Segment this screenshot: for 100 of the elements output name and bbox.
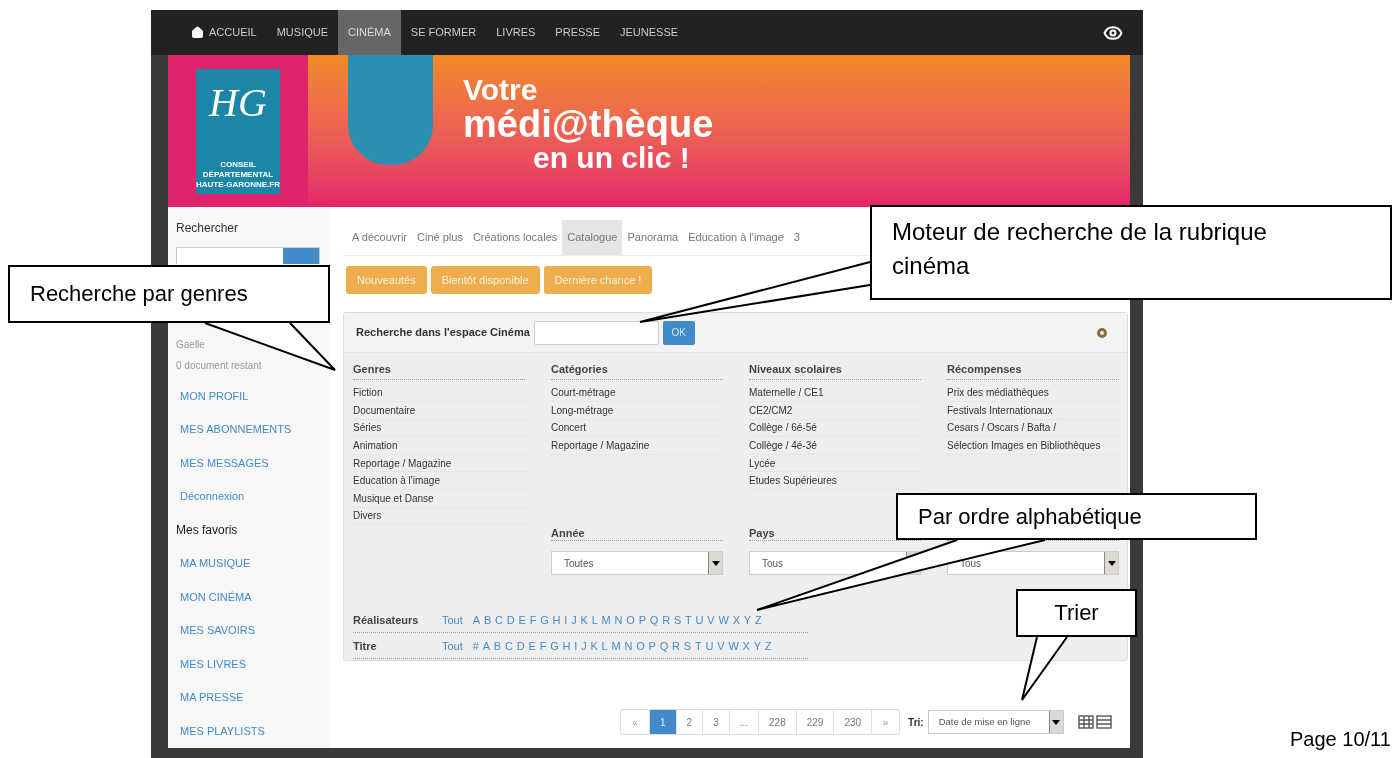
category-link[interactable]: CE2/CM2 xyxy=(749,402,921,420)
letter-link[interactable]: Q xyxy=(649,611,659,628)
category-link[interactable]: Concert xyxy=(551,419,723,438)
tab[interactable]: Catalogue xyxy=(562,220,623,255)
letter-link[interactable]: N xyxy=(624,637,633,654)
letter-link[interactable]: B xyxy=(493,637,502,654)
letter-link[interactable]: B xyxy=(483,611,492,628)
letter-link[interactable]: C xyxy=(495,611,504,628)
nav-link[interactable]: ACCUEIL xyxy=(181,10,267,55)
category-link[interactable]: Reportage / Magazine xyxy=(353,454,525,473)
letter-link[interactable]: R xyxy=(672,637,681,654)
letter-link[interactable]: G xyxy=(540,611,549,628)
tab[interactable]: Education à l'image xyxy=(683,220,789,255)
category-link[interactable]: Court-métrage xyxy=(551,384,723,403)
letter-link[interactable]: M xyxy=(601,611,611,628)
nav-link[interactable]: LIVRES xyxy=(486,10,546,55)
category-link[interactable]: Documentaire xyxy=(353,402,525,420)
letter-link[interactable]: W xyxy=(718,611,729,628)
letter-link[interactable]: M xyxy=(611,637,621,654)
category-link[interactable]: Prix des médiathèques xyxy=(947,384,1119,403)
letter-link[interactable]: U xyxy=(705,637,714,654)
sidebar-link[interactable]: MA MUSIQUE xyxy=(176,546,330,580)
tab[interactable]: Panorama xyxy=(622,220,684,255)
nav-link[interactable]: MUSIQUE xyxy=(266,10,339,55)
sidebar-link[interactable]: MES MESSAGES xyxy=(176,446,330,480)
letter-link[interactable]: H xyxy=(552,611,561,628)
letter-link[interactable]: Z xyxy=(764,637,772,654)
letter-link[interactable]: D xyxy=(516,637,525,654)
letter-link[interactable]: S xyxy=(683,637,692,654)
category-link[interactable]: Lycée xyxy=(749,454,921,473)
sidebar-search-field[interactable] xyxy=(176,247,320,264)
all-link[interactable]: Tout xyxy=(442,611,463,628)
letter-link[interactable]: I xyxy=(564,611,568,628)
letter-link[interactable]: Y xyxy=(753,637,762,654)
letter-link[interactable]: V xyxy=(717,637,725,654)
nav-link[interactable]: SE FORMER xyxy=(400,10,487,55)
category-link[interactable]: Collège / 4é-3é xyxy=(749,437,921,455)
letter-link[interactable]: G xyxy=(550,637,559,654)
letter-link[interactable]: V xyxy=(707,611,715,628)
sidebar-link[interactable]: Déconnexion xyxy=(176,479,330,513)
category-link[interactable]: Reportage / Magazine xyxy=(551,437,723,455)
letter-link[interactable]: P xyxy=(638,611,646,628)
pagination-ellipsis[interactable]: ... xyxy=(728,710,759,734)
filter-button[interactable]: Dernière chance ! xyxy=(543,266,653,294)
all-link[interactable]: Tout xyxy=(442,637,463,654)
category-link[interactable]: Cesars / Oscars / Bafta / xyxy=(947,419,1119,438)
tab[interactable]: Créations locales xyxy=(467,220,563,255)
letter-link[interactable]: F xyxy=(539,637,547,654)
category-link[interactable]: Festivals Internationaux xyxy=(947,402,1119,420)
sidebar-link[interactable]: MES LIVRES xyxy=(176,647,330,681)
ok-button[interactable]: OK xyxy=(662,320,695,345)
letter-link[interactable]: P xyxy=(648,637,656,654)
letter-link[interactable]: L xyxy=(601,637,608,654)
letter-link[interactable]: A xyxy=(472,611,481,628)
sort-dropdown[interactable]: Date de mise en ligne xyxy=(927,710,1064,734)
sidebar-link[interactable]: MON CINÉMA xyxy=(176,580,330,614)
category-link[interactable]: Maternelle / CE1 xyxy=(749,384,921,403)
letter-link[interactable]: J xyxy=(581,637,587,654)
category-link[interactable]: Animation xyxy=(353,437,525,455)
pagination-page[interactable]: 230 xyxy=(833,710,872,734)
letter-link[interactable]: X xyxy=(732,611,740,628)
sidebar-link[interactable]: MES SAVOIRS xyxy=(176,613,330,647)
letter-link[interactable]: Z xyxy=(754,611,762,628)
letter-link[interactable]: D xyxy=(506,611,515,628)
letter-link[interactable]: A xyxy=(482,637,491,654)
letter-link[interactable]: W xyxy=(728,637,739,654)
letter-link[interactable]: N xyxy=(614,611,623,628)
tab[interactable]: 3 xyxy=(788,220,805,255)
category-link[interactable]: Sélection Images en Bibliothèques xyxy=(947,437,1119,455)
letter-link[interactable]: K xyxy=(580,611,588,628)
sidebar-link[interactable]: MON PROFIL xyxy=(176,379,330,413)
tab[interactable]: Ciné plus xyxy=(412,220,468,255)
filter-dropdown[interactable]: Toutes xyxy=(551,551,723,576)
category-link[interactable]: Divers xyxy=(353,507,525,526)
letter-link[interactable]: E xyxy=(518,611,526,628)
pagination-page[interactable]: 2 xyxy=(675,710,703,734)
pagination-page[interactable]: 228 xyxy=(758,710,796,734)
category-link[interactable]: Long-métrage xyxy=(551,402,723,420)
sidebar-link[interactable]: MES ABONNEMENTS xyxy=(176,412,330,446)
letter-link[interactable]: I xyxy=(574,637,578,654)
letter-link[interactable]: O xyxy=(626,611,635,628)
pagination-prev[interactable]: « xyxy=(621,710,649,734)
letter-link[interactable]: O xyxy=(636,637,645,654)
filter-button[interactable]: Nouveautés xyxy=(346,266,427,294)
category-link[interactable]: Fiction xyxy=(353,384,525,403)
letter-link[interactable]: T xyxy=(685,611,692,628)
sidebar-link[interactable]: MA PRESSE xyxy=(176,680,330,714)
letter-link[interactable]: H xyxy=(562,637,571,654)
category-link[interactable]: Musique et Danse xyxy=(353,490,525,508)
letter-link[interactable]: J xyxy=(571,611,577,628)
nav-link[interactable]: PRESSE xyxy=(545,10,610,55)
category-link[interactable]: Education à l'image xyxy=(353,472,525,491)
category-link[interactable]: Collège / 6é-5é xyxy=(749,419,921,438)
letter-link[interactable]: Q xyxy=(659,637,669,654)
letter-link[interactable]: S xyxy=(673,611,682,628)
category-link[interactable]: Séries xyxy=(353,419,525,438)
filter-button[interactable]: Bientôt disponible xyxy=(430,266,540,294)
letter-link[interactable]: # xyxy=(472,637,479,654)
sidebar-link[interactable]: MES PLAYLISTS xyxy=(176,714,330,748)
search-input[interactable] xyxy=(533,320,659,345)
